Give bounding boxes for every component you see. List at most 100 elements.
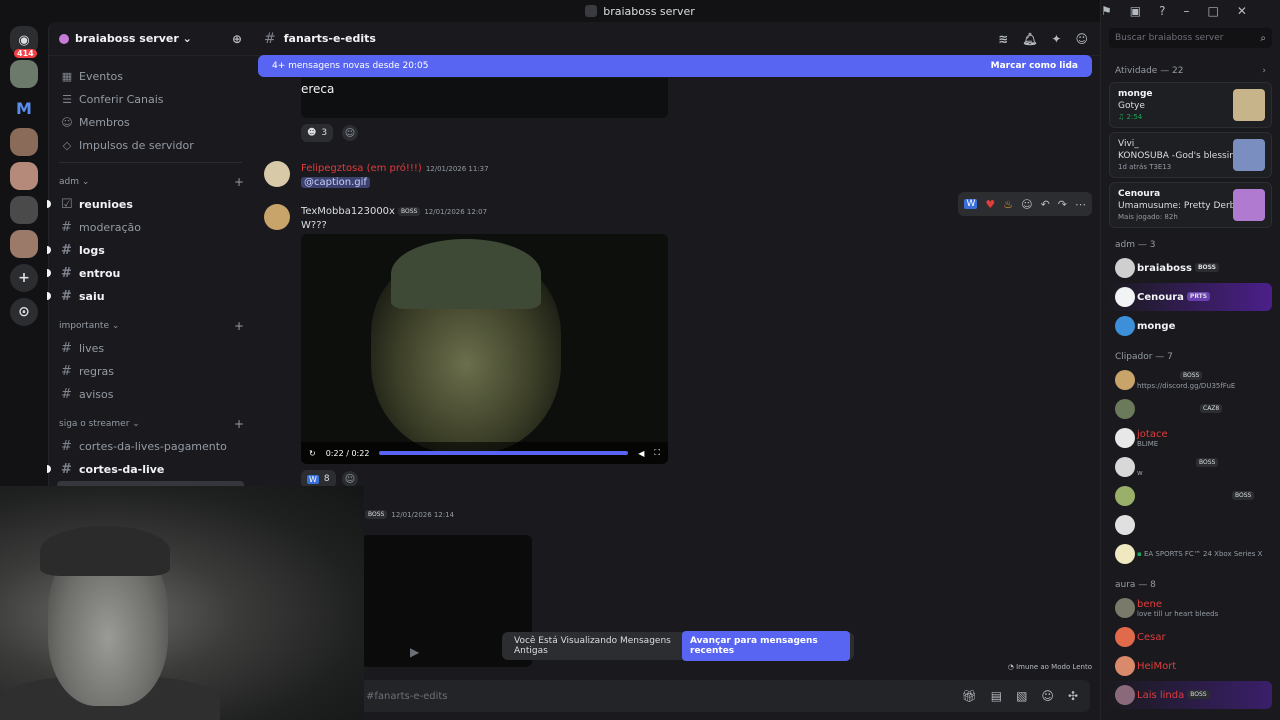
heart-icon[interactable]: ♥ [985, 198, 995, 211]
play-icon[interactable]: ▶ [410, 645, 419, 659]
attachment-mention[interactable]: @caption.gif [301, 177, 370, 188]
member-braiaboss[interactable]: braiaboss BOSS [1109, 254, 1272, 282]
add-channel-icon[interactable]: + [234, 175, 244, 189]
avatar[interactable] [264, 204, 290, 230]
sticker-icon[interactable]: ▧ [1016, 689, 1027, 703]
add-reaction-icon[interactable]: ☺ [342, 471, 358, 487]
bell-icon[interactable]: 🔔︎ [1022, 32, 1037, 46]
message-composer[interactable]: #fanarts-e-edits 🎁︎ ▤ ▧ ☺ ✣ [264, 680, 1090, 712]
reply-icon[interactable]: ↶ [1041, 198, 1050, 211]
member-clipador-1[interactable]: BOSS https://discord.gg/DU35fFuE [1109, 366, 1272, 394]
add-channel-icon[interactable]: + [234, 319, 244, 333]
search-input[interactable]: Buscar braiaboss server ⌕ [1109, 28, 1272, 48]
channel-logs[interactable]: # logs [47, 239, 244, 261]
volume-icon[interactable]: ◀ [638, 449, 644, 458]
channel-cortes-da-live[interactable]: # cortes-da-live [47, 458, 244, 480]
hash-icon: # [61, 242, 72, 258]
channel-moderacao[interactable]: # moderação [57, 216, 244, 238]
server-icon-braiaboss[interactable] [10, 196, 38, 224]
channel-lives[interactable]: # lives [57, 337, 244, 359]
member-cenoura[interactable]: Cenoura PRTS [1109, 283, 1272, 311]
apps-icon[interactable]: ✣ [1068, 689, 1078, 703]
message-author[interactable]: Felipegztosa (em pró!!!) 12/01/2026 11:37 [301, 163, 489, 174]
channel-cortes-pagamento[interactable]: # cortes-da-lives-pagamento [57, 435, 244, 457]
server-icon-2[interactable] [10, 128, 38, 156]
server-icon-m[interactable]: M [10, 94, 38, 122]
screen-icon[interactable]: ▣ [1130, 4, 1141, 18]
pin-icon[interactable]: ✦ [1051, 32, 1061, 46]
fullscreen-icon[interactable]: ⛶ [654, 448, 660, 458]
threads-icon[interactable]: ≋ [998, 32, 1008, 46]
chevron-right-icon[interactable]: › [1262, 66, 1266, 76]
channel-reunioes[interactable]: ☑ reunioes [47, 193, 244, 215]
slowmode-note: ◔ Imune ao Modo Lento [1008, 663, 1092, 671]
member-clipador-2[interactable]: CAZ8 [1109, 395, 1272, 423]
nav-eventos[interactable]: ▦ Eventos [57, 65, 244, 87]
inbox-icon[interactable]: ⚑ [1101, 4, 1112, 18]
fire-icon[interactable]: ♨ [1003, 198, 1013, 211]
message-author[interactable]: BOSS 12/01/2026 12:14 [362, 509, 454, 520]
video-player[interactable]: ↻ 0:22 / 0:22 ◀ ⛶ [301, 234, 668, 464]
nav-conferir-canais[interactable]: ☰ Conferir Canais [57, 88, 244, 110]
embed-image[interactable] [301, 78, 668, 118]
reaction-emoji-icon: ☻ [307, 128, 317, 138]
member-clipador-5[interactable]: BOSS [1109, 482, 1272, 510]
minimize-icon[interactable]: – [1183, 4, 1189, 18]
activity-card[interactable]: Cenoura Umamusume: Pretty Derby Mais jog… [1109, 182, 1272, 228]
nav-impulsos[interactable]: ◇ Impulsos de servidor [57, 134, 244, 156]
message-text: ereca [301, 82, 335, 96]
server-icon-3[interactable] [10, 162, 38, 190]
member-jotace[interactable]: jotace BLIME [1109, 424, 1272, 452]
emoji-icon[interactable]: ☺ [1041, 689, 1054, 703]
member-heimort[interactable]: HeiMort [1109, 652, 1272, 680]
member-monge[interactable]: monge [1109, 312, 1272, 340]
member-clipador-7[interactable]: ▪ EA SPORTS FC™ 24 Xbox Series X [1109, 540, 1272, 568]
discover-button[interactable]: ⊙ [10, 298, 38, 326]
server-icon-4[interactable] [10, 230, 38, 258]
member-lais[interactable]: Lais linda BOSS [1109, 681, 1272, 709]
server-header[interactable]: braiaboss server ⌄ ⊕ [49, 22, 252, 56]
reaction-chip[interactable]: ☻ 3 [301, 124, 334, 142]
gift-icon[interactable]: 🎁︎ [962, 689, 977, 703]
channel-entrou[interactable]: # entrou [47, 262, 244, 284]
category-importante[interactable]: importante ⌄ + [59, 317, 244, 335]
replay-icon[interactable]: ↻ [309, 449, 316, 458]
add-channel-icon[interactable]: + [234, 417, 244, 431]
member-bene[interactable]: bene love till ur heart bleeds [1109, 594, 1272, 622]
jump-to-present-button[interactable]: Avançar para mensagens recentes [682, 631, 850, 661]
add-reaction-icon[interactable]: ☺ [1021, 198, 1032, 211]
invite-icon[interactable]: ⊕ [232, 32, 242, 46]
more-icon[interactable]: ⋯ [1075, 198, 1086, 211]
video-progress[interactable] [379, 451, 629, 455]
message-author[interactable]: TexMobba123000x BOSS 12/01/2026 12:07 [301, 206, 487, 217]
server-icon-1[interactable] [10, 60, 38, 88]
member-clipador-6[interactable] [1109, 511, 1272, 539]
activity-card[interactable]: monge Gotye ♫ 2:54 [1109, 82, 1272, 128]
help-icon[interactable]: ? [1159, 4, 1165, 18]
activity-card[interactable]: Vivi_ KONOSUBA -God's blessin... 1d atrá… [1109, 132, 1272, 178]
category-adm[interactable]: adm ⌄ + [59, 173, 244, 191]
channel-label: regras [79, 364, 115, 378]
channel-avisos[interactable]: # avisos [57, 383, 244, 405]
new-messages-bar[interactable]: 4+ mensagens novas desde 20:05 Marcar co… [258, 55, 1092, 77]
member-clipador-4[interactable]: BOSS w [1109, 453, 1272, 481]
channel-saiu[interactable]: # saiu [47, 285, 244, 307]
gif-icon[interactable]: ▤ [991, 689, 1002, 703]
direct-messages-button[interactable]: ◉ 414 [10, 26, 38, 58]
channel-label: avisos [79, 387, 114, 401]
nav-membros[interactable]: ☺ Membros [57, 111, 244, 133]
group-header-aura: aura — 8 [1115, 580, 1156, 590]
mark-as-read-button[interactable]: Marcar como lida [991, 61, 1078, 71]
w-reaction-icon[interactable]: W [964, 199, 978, 209]
maximize-icon[interactable]: □ [1207, 4, 1218, 18]
members-list-icon[interactable]: ☺ [1075, 32, 1088, 46]
window-controls: ⚑ ▣ ? – □ ✕ [1100, 0, 1280, 22]
member-cesar[interactable]: Cesar [1109, 623, 1272, 651]
add-reaction-icon[interactable]: ☺ [342, 125, 358, 141]
category-siga[interactable]: siga o streamer ⌄ + [59, 415, 244, 433]
close-icon[interactable]: ✕ [1237, 4, 1247, 18]
forward-icon[interactable]: ↷ [1058, 198, 1067, 211]
avatar[interactable] [264, 161, 290, 187]
channel-regras[interactable]: # regras [57, 360, 244, 382]
add-server-button[interactable]: + [10, 264, 38, 292]
